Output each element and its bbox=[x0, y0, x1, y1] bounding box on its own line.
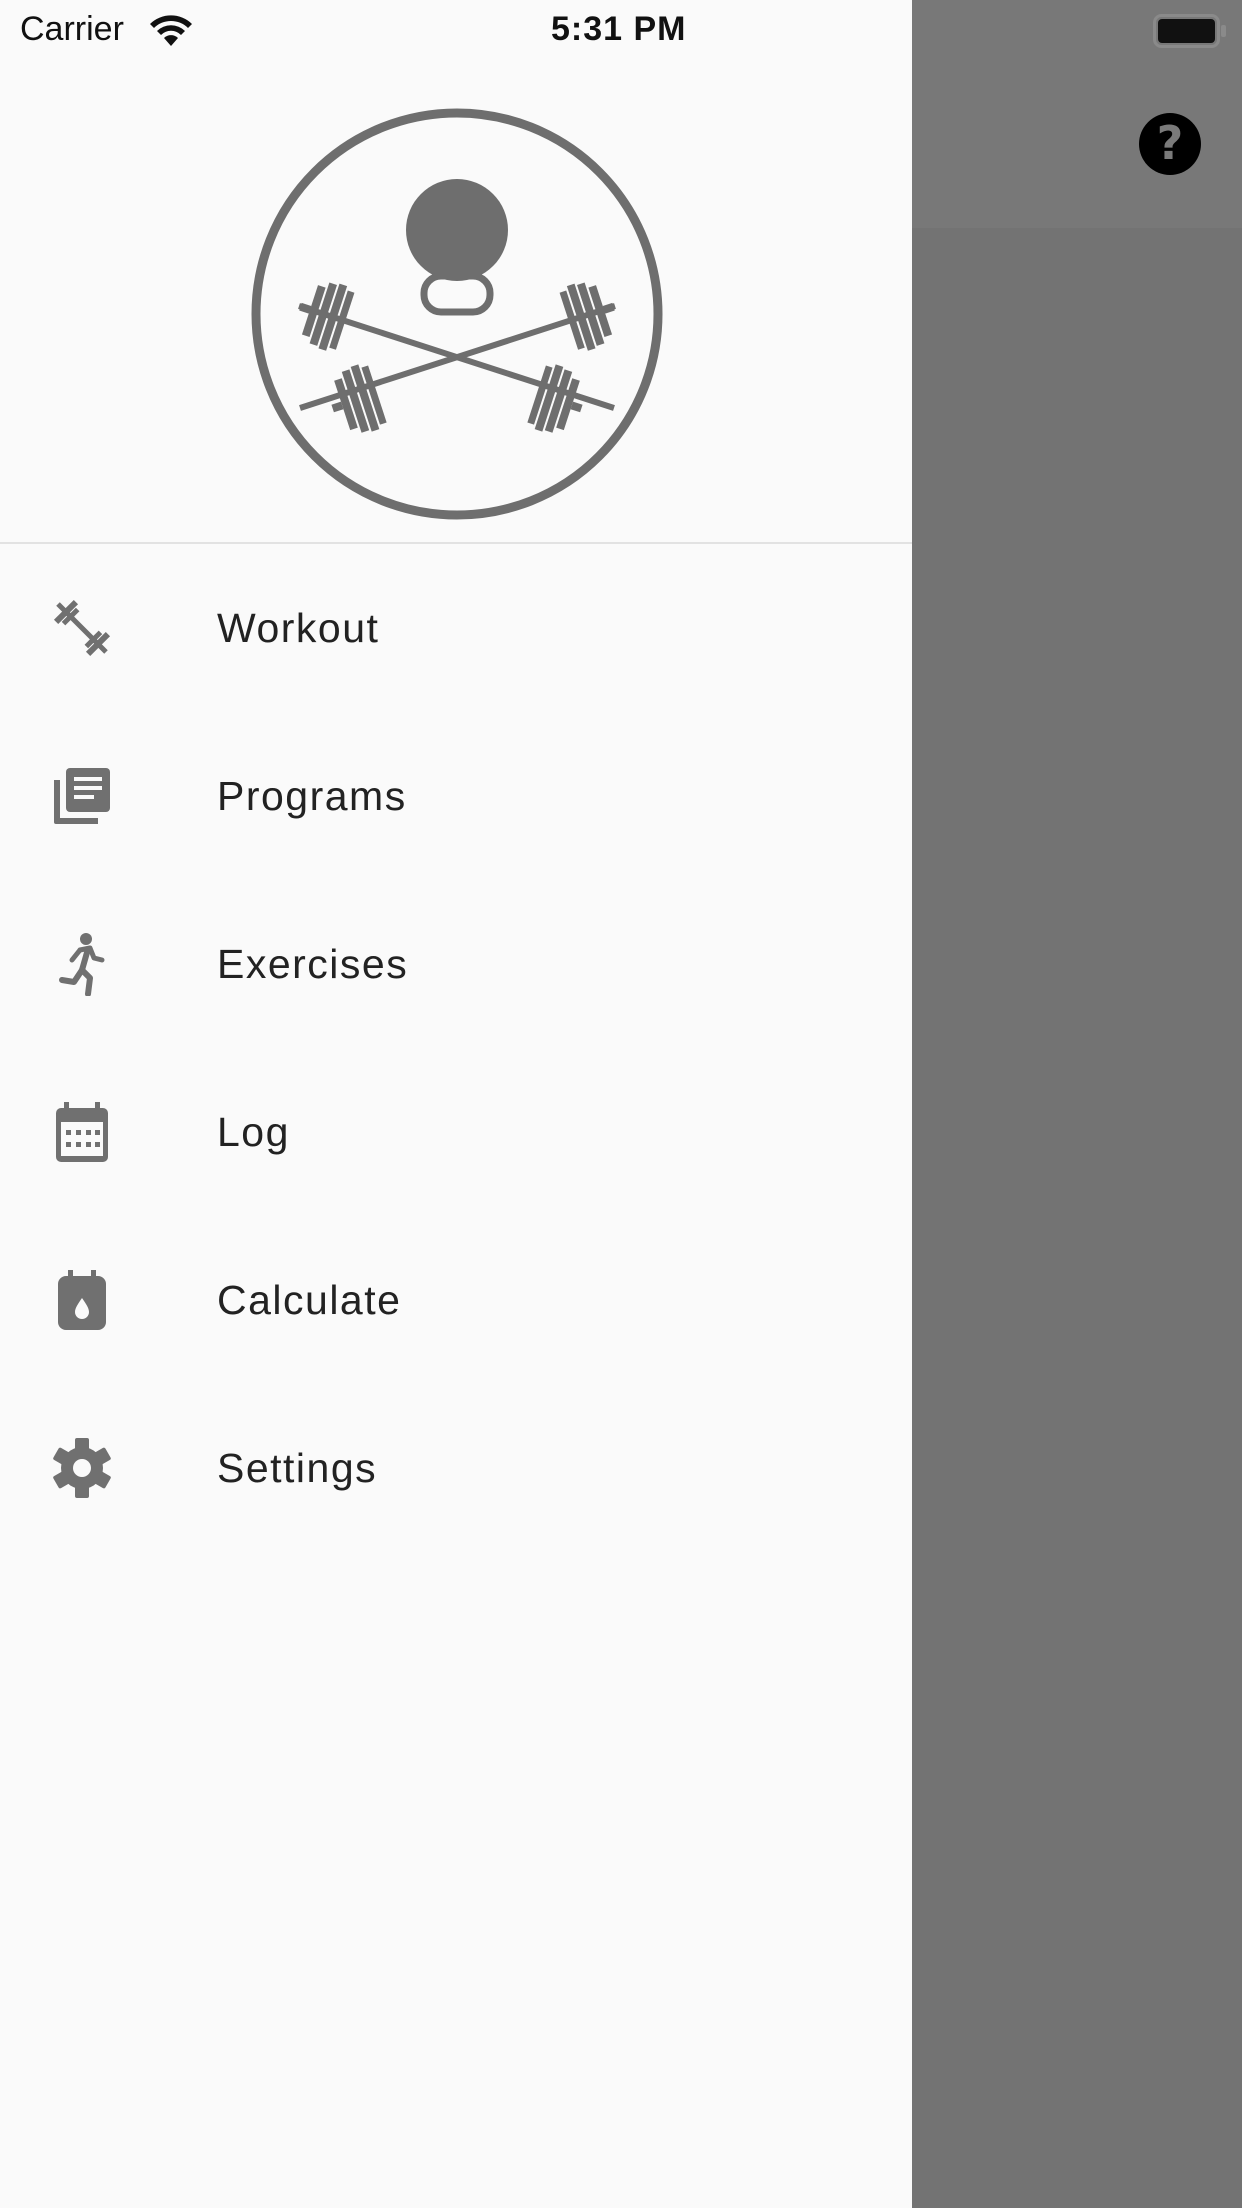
help-button[interactable]: ? bbox=[1139, 113, 1201, 175]
status-time: 5:31 PM bbox=[551, 10, 687, 48]
menu-label-exercises: Exercises bbox=[217, 941, 409, 987]
library-books-icon bbox=[54, 768, 110, 824]
menu-label-log: Log bbox=[217, 1109, 290, 1155]
battery-icon bbox=[1153, 14, 1226, 48]
menu-item-settings[interactable]: Settings bbox=[0, 1384, 912, 1552]
menu-item-log[interactable]: Log bbox=[0, 1048, 912, 1216]
menu-label-programs: Programs bbox=[217, 773, 407, 819]
gear-icon bbox=[53, 1438, 111, 1498]
menu-label-calculate: Calculate bbox=[217, 1277, 402, 1323]
menu-item-programs[interactable]: Programs bbox=[0, 712, 912, 880]
menu-item-calculate[interactable]: Calculate bbox=[0, 1216, 912, 1384]
menu-label-settings: Settings bbox=[217, 1445, 378, 1491]
clipboard-drop-icon bbox=[58, 1270, 106, 1330]
drawer-menu: Workout Programs Exercises Log Calculate… bbox=[0, 544, 912, 1552]
barbell-icon bbox=[53, 599, 111, 657]
drawer-header bbox=[0, 0, 912, 544]
menu-item-exercises[interactable]: Exercises bbox=[0, 880, 912, 1048]
carrier-label: Carrier bbox=[20, 10, 124, 48]
navigation-drawer: Workout Programs Exercises Log Calculate… bbox=[0, 0, 912, 2208]
menu-label-workout: Workout bbox=[217, 605, 380, 651]
barbell-kettlebell-logo bbox=[251, 108, 663, 520]
running-figure-icon bbox=[59, 933, 105, 996]
menu-item-workout[interactable]: Workout bbox=[0, 544, 912, 712]
wifi-icon bbox=[150, 15, 192, 46]
calendar-icon bbox=[56, 1102, 108, 1162]
status-bar: Carrier 5:31 PM bbox=[0, 0, 1242, 60]
question-mark-icon: ? bbox=[1156, 116, 1184, 170]
